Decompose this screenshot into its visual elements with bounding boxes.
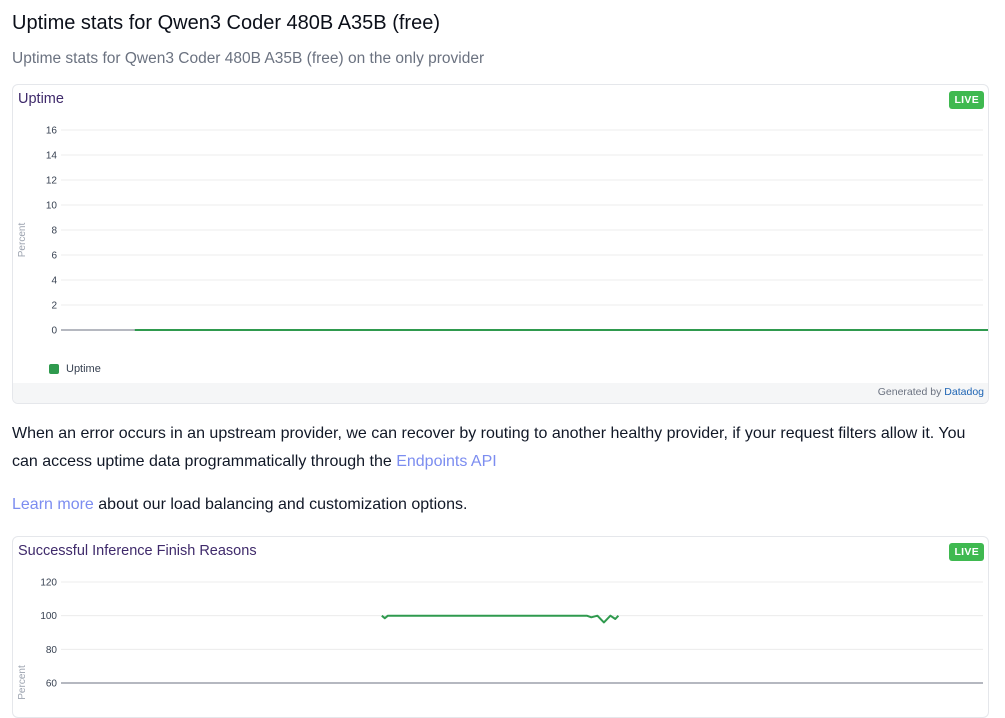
chart-legend[interactable]: Uptime xyxy=(49,363,101,375)
uptime-panel: 024681012141621:00Sat 2803:0006:0009:001… xyxy=(12,84,989,404)
y-tick-label: 0 xyxy=(51,326,57,337)
y-tick-label: 4 xyxy=(51,276,57,287)
page-subtitle: Uptime stats for Qwen3 Coder 480B A35B (… xyxy=(12,50,485,67)
generated-by: Generated by Datadog xyxy=(878,386,984,398)
uptime-panel-title: Uptime xyxy=(18,91,64,107)
y-tick-label: 100 xyxy=(40,611,57,622)
live-badge: LIVE xyxy=(949,91,984,109)
page-title: Uptime stats for Qwen3 Coder 480B A35B (… xyxy=(12,12,440,34)
routing-info-paragraph: When an error occurs in an upstream prov… xyxy=(12,420,987,476)
finish-panel-title: Successful Inference Finish Reasons xyxy=(18,543,257,559)
y-tick-label: 80 xyxy=(46,645,58,656)
finish-reasons-chart: 60 80 100 120 Percent xyxy=(17,578,983,700)
finish-reasons-panel: 60 80 100 120 Percent Successful Inference F… xyxy=(12,536,989,718)
y-tick-label: 2 xyxy=(51,301,57,312)
y-tick-label: 8 xyxy=(51,226,57,237)
y-axis-label: Percent xyxy=(17,665,28,700)
y-axis-label: Percent xyxy=(17,223,28,258)
endpoints-api-link[interactable]: Endpoints API xyxy=(396,453,497,470)
learn-more-paragraph: Learn more about our load balancing and … xyxy=(12,491,467,519)
legend-label: Uptime xyxy=(66,363,101,375)
y-tick-label: 120 xyxy=(40,578,57,589)
y-tick-label: 10 xyxy=(46,201,58,212)
panel-footer xyxy=(13,383,988,403)
y-tick-label: 14 xyxy=(46,151,58,162)
live-badge: LIVE xyxy=(949,543,984,561)
learn-more-text: about our load balancing and customizati… xyxy=(98,496,468,513)
legend-swatch xyxy=(49,364,59,374)
y-tick-label: 16 xyxy=(46,126,58,137)
datadog-link[interactable]: Datadog xyxy=(944,386,984,398)
y-tick-label: 12 xyxy=(46,176,58,187)
y-tick-label: 60 xyxy=(46,679,58,690)
uptime-chart: 024681012141621:00Sat 2803:0006:0009:001… xyxy=(17,126,988,337)
series-line xyxy=(381,614,620,624)
generated-by-prefix: Generated by xyxy=(877,386,942,398)
y-tick-label: 6 xyxy=(51,251,57,262)
learn-more-link[interactable]: Learn more xyxy=(12,496,94,513)
